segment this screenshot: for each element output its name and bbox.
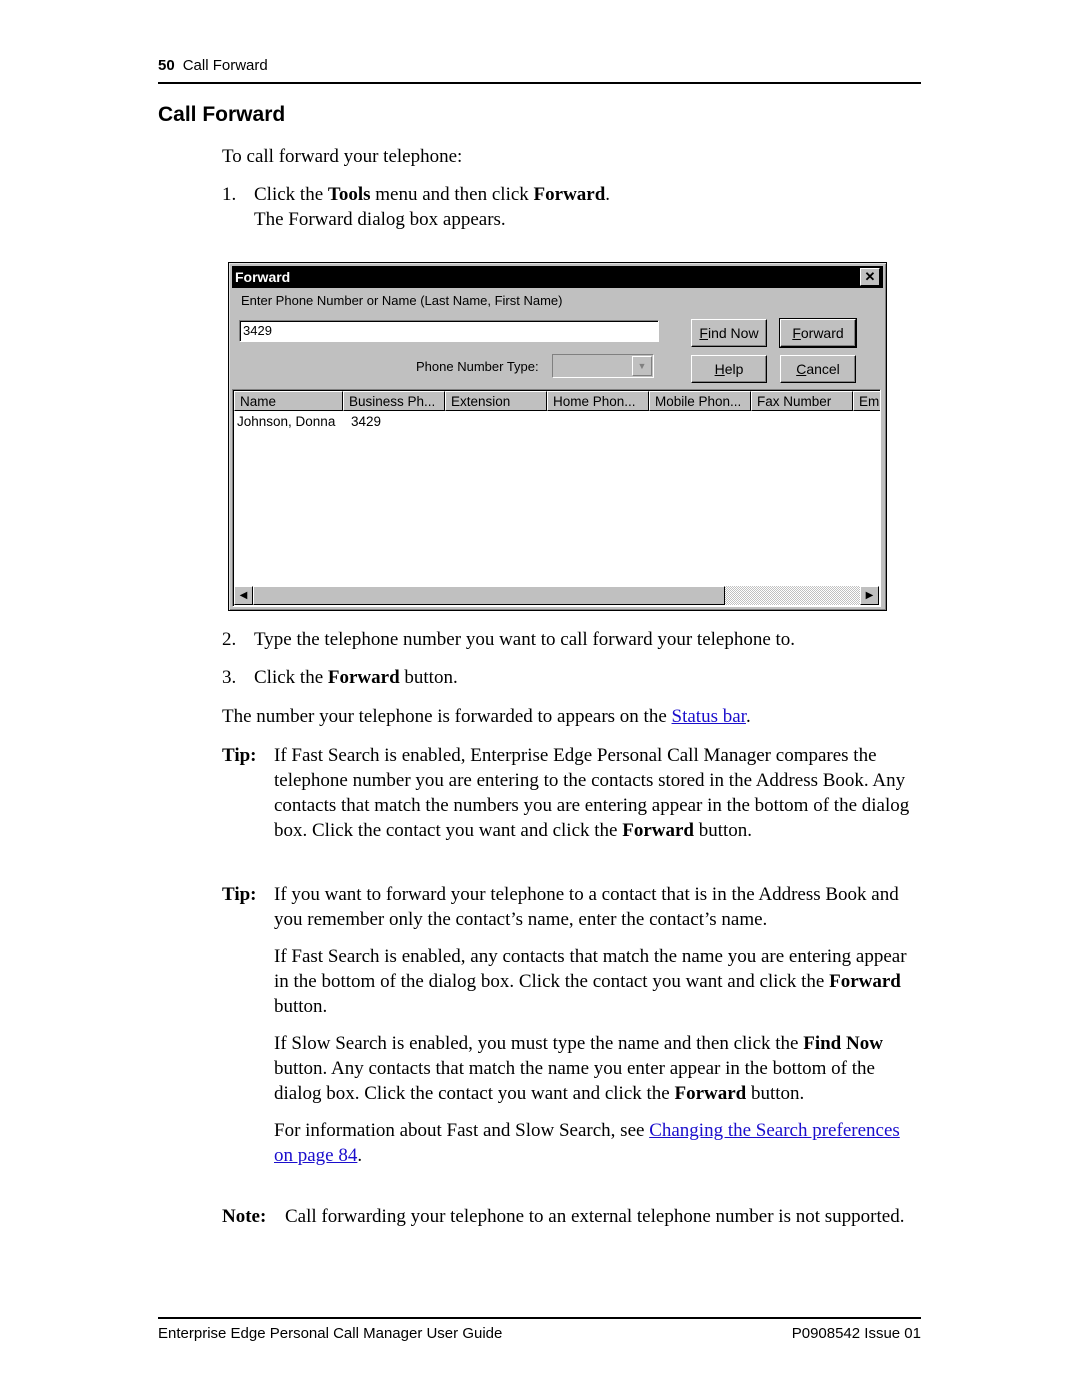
header-section: Call Forward xyxy=(182,57,268,74)
scroll-right-icon[interactable]: ▶ xyxy=(860,586,879,605)
phone-type-select[interactable]: ▼ xyxy=(552,354,654,378)
cancel-button[interactable]: Cancel xyxy=(780,355,856,383)
tip-fast-search: Tip: If Fast Search is enabled, Enterpri… xyxy=(222,745,910,841)
phone-type-label: Phone Number Type: xyxy=(416,359,539,374)
status-paragraph: The number your telephone is forwarded t… xyxy=(222,706,751,727)
step-1-result: The Forward dialog box appears. xyxy=(254,209,506,230)
note-label: Note: xyxy=(222,1206,267,1227)
header-rule xyxy=(158,82,921,84)
close-icon[interactable]: ✕ xyxy=(860,268,880,286)
footer-doc-id: P0908542 Issue 01 xyxy=(791,1325,921,1342)
page-number: 50 xyxy=(158,57,175,74)
scroll-left-icon[interactable]: ◀ xyxy=(234,586,253,605)
step-3: 3. Click the Forward button. xyxy=(222,667,458,688)
scroll-thumb[interactable] xyxy=(253,586,725,605)
horizontal-scrollbar[interactable]: ◀ ▶ xyxy=(234,586,879,605)
tip-label: Tip: xyxy=(222,745,257,766)
cell-name: Johnson, Donna xyxy=(237,414,336,429)
section-title: Call Forward xyxy=(158,103,286,126)
slow-search-paragraph: If Slow Search is enabled, you must type… xyxy=(274,1033,883,1104)
find-now-button[interactable]: Find Now xyxy=(691,319,767,347)
footer-guide-title: Enterprise Edge Personal Call Manager Us… xyxy=(158,1325,503,1342)
footer-rule xyxy=(158,1317,921,1319)
input-label: Enter Phone Number or Name (Last Name, F… xyxy=(241,293,563,308)
status-bar-link[interactable]: Status bar xyxy=(672,706,746,727)
column-header-fax-number[interactable]: Fax Number xyxy=(751,391,853,411)
step-1: 1. Click the Tools menu and then click Fo… xyxy=(222,182,922,232)
column-header-mobile-phone[interactable]: Mobile Phon... xyxy=(649,391,751,411)
dialog-titlebar: Forward ✕ xyxy=(232,266,883,288)
column-header-home-phone[interactable]: Home Phon... xyxy=(547,391,649,411)
phone-or-name-input[interactable]: 3429 xyxy=(239,320,659,342)
column-header-business-phone[interactable]: Business Ph... xyxy=(343,391,445,411)
step-2: 2. Type the telephone number you want to … xyxy=(222,629,796,650)
intro-text: To call forward your telephone: xyxy=(222,146,463,167)
dialog-title: Forward xyxy=(235,269,291,285)
column-header-name[interactable]: Name xyxy=(234,391,343,411)
search-info-paragraph: For information about Fast and Slow Sear… xyxy=(274,1120,900,1166)
results-list[interactable]: Name Business Ph... Extension Home Phon.… xyxy=(232,389,881,607)
column-header-email[interactable]: Em xyxy=(853,391,880,411)
tip-label: Tip: xyxy=(222,884,257,905)
column-header-extension[interactable]: Extension xyxy=(445,391,547,411)
tip-forward-to-contact: Tip: If you want to forward your telepho… xyxy=(222,882,922,1168)
running-header: 50 Call Forward xyxy=(158,57,268,74)
note: Note: Call forwarding your telephone to … xyxy=(222,1206,905,1227)
help-button[interactable]: Help xyxy=(691,355,767,383)
chevron-down-icon[interactable]: ▼ xyxy=(632,356,652,376)
cell-business-phone: 3429 xyxy=(351,414,382,429)
forward-dialog: Forward ✕ Enter Phone Number or Name (La… xyxy=(228,262,887,611)
fast-search-paragraph: If Fast Search is enabled, any contacts … xyxy=(274,946,907,1017)
forward-button[interactable]: Forward xyxy=(779,318,857,348)
